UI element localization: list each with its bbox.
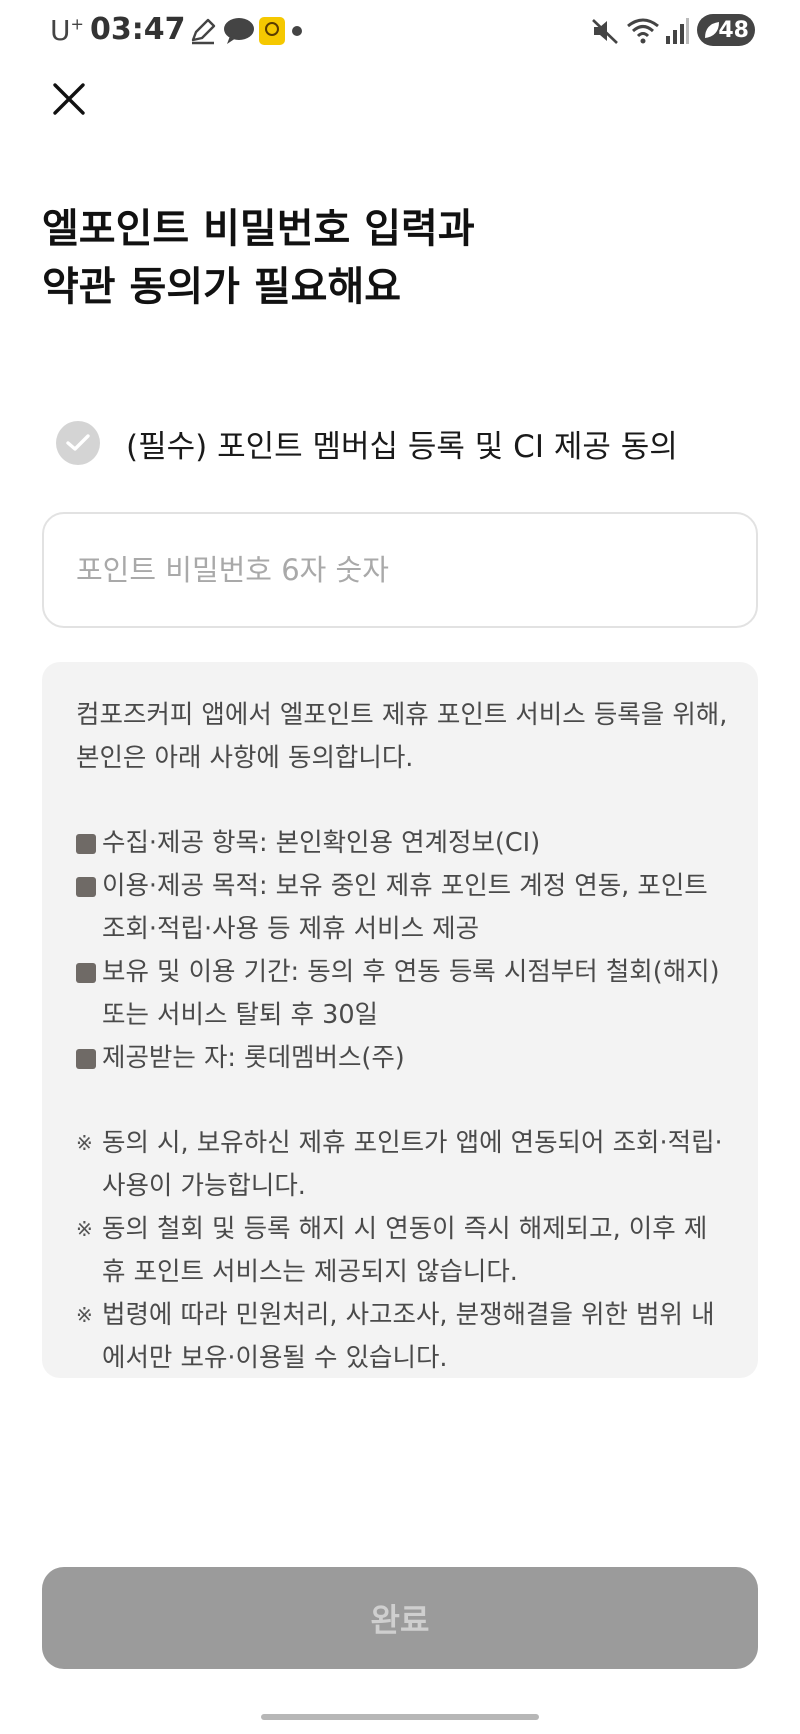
square-bullet-icon	[76, 834, 96, 854]
terms-item: 이용·제공 목적: 보유 중인 제휴 포인트 계정 연동, 포인트 조회·적립·…	[76, 865, 730, 951]
square-bullet-icon	[76, 1049, 96, 1069]
page-title-line-2: 약관 동의가 필요해요	[42, 264, 402, 310]
page-title-line-1: 엘포인트 비밀번호 입력과	[42, 206, 475, 252]
terms-list: 수집·제공 항목: 본인확인용 연계정보(CI) 이용·제공 목적: 보유 중인…	[76, 822, 730, 1080]
carrier-label: U+	[50, 14, 84, 47]
complete-button[interactable]: 완료	[42, 1567, 758, 1669]
point-password-input[interactable]	[76, 514, 726, 626]
square-bullet-icon	[76, 877, 96, 897]
status-bar: U+ 03:47 48	[0, 0, 800, 62]
battery-icon: 48	[697, 14, 755, 46]
terms-box: 컴포즈커피 앱에서 엘포인트 제휴 포인트 서비스 등록을 위해, 본인은 아래…	[42, 662, 758, 1378]
app-badge-icon	[259, 17, 285, 45]
chat-bubble-icon	[224, 18, 254, 44]
square-bullet-icon	[76, 963, 96, 983]
password-field-container	[42, 512, 758, 628]
terms-intro: 컴포즈커피 앱에서 엘포인트 제휴 포인트 서비스 등록을 위해, 본인은 아래…	[76, 700, 728, 773]
close-icon	[53, 83, 85, 115]
consent-label: (필수) 포인트 멤버십 등록 및 CI 제공 동의	[126, 428, 678, 465]
battery-level: 48	[718, 17, 749, 43]
note-item: ※ 법령에 따라 민원처리, 사고조사, 분쟁해결을 위한 범위 내에서만 보유…	[76, 1294, 730, 1380]
note-item: ※ 동의 철회 및 등록 해지 시 연동이 즉시 해제되고, 이후 제휴 포인트…	[76, 1208, 730, 1294]
home-indicator	[261, 1714, 539, 1720]
close-button[interactable]	[46, 76, 92, 122]
terms-item: 수집·제공 항목: 본인확인용 연계정보(CI)	[76, 822, 730, 865]
terms-item: 보유 및 이용 기간: 동의 후 연동 등록 시점부터 철회(해지) 또는 서비…	[76, 951, 730, 1037]
terms-item: 제공받는 자: 롯데멤버스(주)	[76, 1037, 730, 1080]
reference-mark-icon: ※	[76, 1131, 93, 1155]
consent-checkbox-row[interactable]: (필수) 포인트 멤버십 등록 및 CI 제공 동의	[56, 418, 678, 468]
reference-mark-icon: ※	[76, 1217, 93, 1241]
status-time: 03:47	[90, 12, 186, 47]
check-circle-icon[interactable]	[56, 421, 100, 465]
notes-list: ※ 동의 시, 보유하신 제휴 포인트가 앱에 연동되어 조회·적립·사용이 가…	[76, 1122, 730, 1380]
notification-dot-icon	[292, 26, 302, 36]
pen-icon	[191, 18, 216, 45]
note-item: ※ 동의 시, 보유하신 제휴 포인트가 앱에 연동되어 조회·적립·사용이 가…	[76, 1122, 730, 1208]
battery-leaf-icon	[705, 22, 719, 38]
page-title: 엘포인트 비밀번호 입력과 약관 동의가 필요해요	[42, 200, 742, 316]
screen: U+ 03:47 48 엘포인트 비밀번호 입력과 약관 동의가 필요해요 (필…	[0, 0, 800, 1734]
signal-icon	[666, 18, 689, 44]
reference-mark-icon: ※	[76, 1303, 93, 1327]
wifi-icon	[627, 18, 659, 44]
mute-icon	[592, 19, 618, 44]
checkmark-icon	[66, 434, 90, 451]
